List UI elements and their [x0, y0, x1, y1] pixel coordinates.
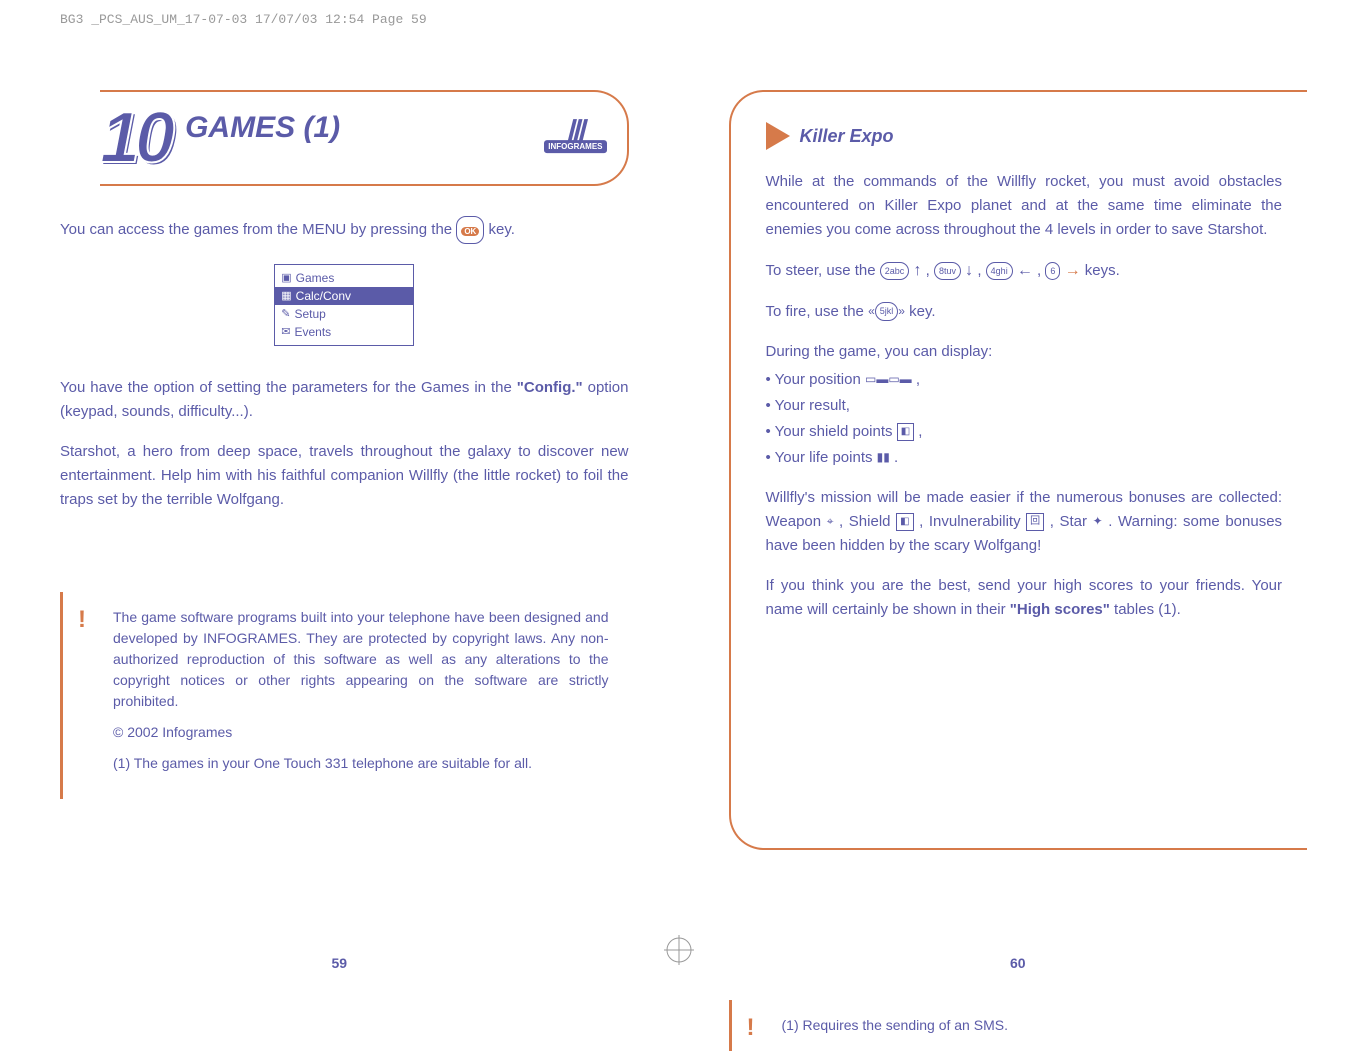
life-icon: ▮▮ — [877, 448, 890, 467]
screen-row-games: ▣ Games — [281, 269, 407, 287]
calc-icon: ▦ — [281, 288, 291, 305]
p2d: , Star — [1050, 513, 1093, 530]
ok-key-icon: OK — [456, 216, 484, 244]
para1a: You have the option of setting the param… — [60, 379, 517, 396]
highscores-paragraph: If you think you are the best, send your… — [766, 574, 1283, 622]
intro-b: key. — [488, 221, 514, 238]
steer-a: To steer, use the — [766, 262, 880, 279]
steer-line: To steer, use the 2abc ↑ , 8tuv ↓ , 4ghi… — [766, 258, 1283, 284]
position-bar-icon: ▭▬▭▬ — [865, 370, 912, 389]
b1-text: • Your position — [766, 371, 866, 388]
b3-text: • Your shield points — [766, 423, 897, 440]
arrow-right-icon: → — [1065, 262, 1081, 279]
section-header: Killer Expo — [766, 122, 1283, 150]
intro-text: You can access the games from the MENU b… — [60, 216, 629, 244]
events-icon: ✉ — [281, 324, 290, 341]
during-line: During the game, you can display: — [766, 340, 1283, 364]
exclamation-icon: ! — [78, 602, 86, 638]
arrow-up-icon: ↑ — [913, 262, 921, 279]
sms-footnote: (1) Requires the sending of an SMS. — [782, 1015, 1278, 1036]
page-number-right: 60 — [1010, 955, 1026, 971]
key-5-icon: 5jkl — [875, 302, 899, 320]
highscores-word: "High scores" — [1010, 601, 1110, 618]
config-word: "Config." — [517, 379, 583, 396]
infogrames-logo: Ⅲ INFOGRAMES — [544, 123, 606, 153]
config-paragraph: You have the option of setting the param… — [60, 376, 629, 424]
bullet-result: • Your result, — [766, 394, 1283, 418]
steer-keys: keys. — [1085, 262, 1120, 279]
bullet-position: • Your position ▭▬▭▬ , — [766, 368, 1283, 392]
key-6-icon: 6 — [1045, 262, 1060, 280]
arrow-down-icon: ↓ — [965, 262, 973, 279]
sound-right-icon: » — [898, 302, 905, 321]
killer-intro: While at the commands of the Willfly roc… — [766, 170, 1283, 242]
print-header: BG3 _PCS_AUS_UM_17-07-03 17/07/03 12:54 … — [60, 12, 427, 27]
bullet-life: • Your life points ▮▮ . — [766, 446, 1283, 470]
bullet-shield: • Your shield points ◧ , — [766, 420, 1283, 444]
weapon-icon: ⌖ — [827, 512, 834, 531]
bonuses-paragraph: Willfly's mission will be made easier if… — [766, 486, 1283, 558]
shield-icon: ◧ — [897, 423, 914, 441]
key-4-icon: 4ghi — [986, 262, 1013, 280]
footnote-box-right: ! (1) Requires the sending of an SMS. — [729, 1000, 1298, 1051]
intro-a: You can access the games from the MENU b… — [60, 221, 456, 238]
b4-text: • Your life points — [766, 449, 877, 466]
row3-label: Setup — [294, 305, 325, 323]
section-frame: Killer Expo While at the commands of the… — [729, 90, 1308, 850]
chapter-header: 10 GAMES (1) Ⅲ INFOGRAMES — [100, 90, 629, 186]
star-icon: ✦ — [1093, 512, 1103, 531]
p2b: , Shield — [839, 513, 896, 530]
ok-label: OK — [461, 227, 479, 236]
triangle-icon — [766, 122, 790, 150]
fire-line: To fire, use the «5jkl» key. — [766, 300, 1283, 324]
screen-row-setup: ✎Setup — [281, 305, 407, 323]
starshot-paragraph: Starshot, a hero from deep space, travel… — [60, 440, 629, 512]
footnote-box: ! The game software programs built into … — [60, 592, 629, 799]
games-icon: ▣ — [281, 270, 291, 287]
copyright-year: © 2002 Infogrames — [113, 722, 609, 743]
shield-bonus-icon: ◧ — [896, 513, 913, 531]
logo-swoosh-icon: Ⅲ — [544, 123, 606, 140]
key-8-icon: 8tuv — [934, 262, 961, 280]
phone-screen: ▣ Games ▦ Calc/Conv ✎Setup ✉Events — [274, 264, 414, 346]
p2c: , Invulnerability — [919, 513, 1026, 530]
page-left: 10 GAMES (1) Ⅲ INFOGRAMES You can access… — [0, 40, 679, 1001]
screen-row-calc: ▦ Calc/Conv — [275, 287, 413, 305]
footnote-1: (1) The games in your One Touch 331 tele… — [113, 753, 609, 774]
setup-icon: ✎ — [281, 306, 290, 323]
fire-a: To fire, use the — [766, 303, 869, 320]
chapter-title: GAMES (1) — [185, 111, 340, 145]
row4-label: Events — [294, 323, 331, 341]
arrow-left-icon: ← — [1017, 262, 1033, 279]
fire-b: key. — [909, 303, 935, 320]
chapter-number: 10 — [100, 102, 170, 174]
page-number-left: 59 — [331, 955, 347, 971]
sound-left-icon: « — [868, 302, 875, 321]
screen-row-events: ✉Events — [281, 323, 407, 341]
key-2-icon: 2abc — [880, 262, 910, 280]
logo-text: INFOGRAMES — [544, 140, 606, 153]
copyright-note: The game software programs built into yo… — [113, 607, 609, 712]
page-right: Killer Expo While at the commands of the… — [679, 40, 1357, 1001]
row1-label: Games — [296, 269, 335, 287]
invulnerability-icon: 回 — [1026, 513, 1044, 531]
row2-label: Calc/Conv — [296, 287, 351, 305]
crop-mark-icon — [664, 935, 694, 971]
p3c: tables (1). — [1114, 601, 1181, 618]
exclamation-icon-right: ! — [747, 1010, 755, 1046]
section-title: Killer Expo — [800, 126, 894, 147]
page-spread: 10 GAMES (1) Ⅲ INFOGRAMES You can access… — [0, 0, 1357, 1001]
